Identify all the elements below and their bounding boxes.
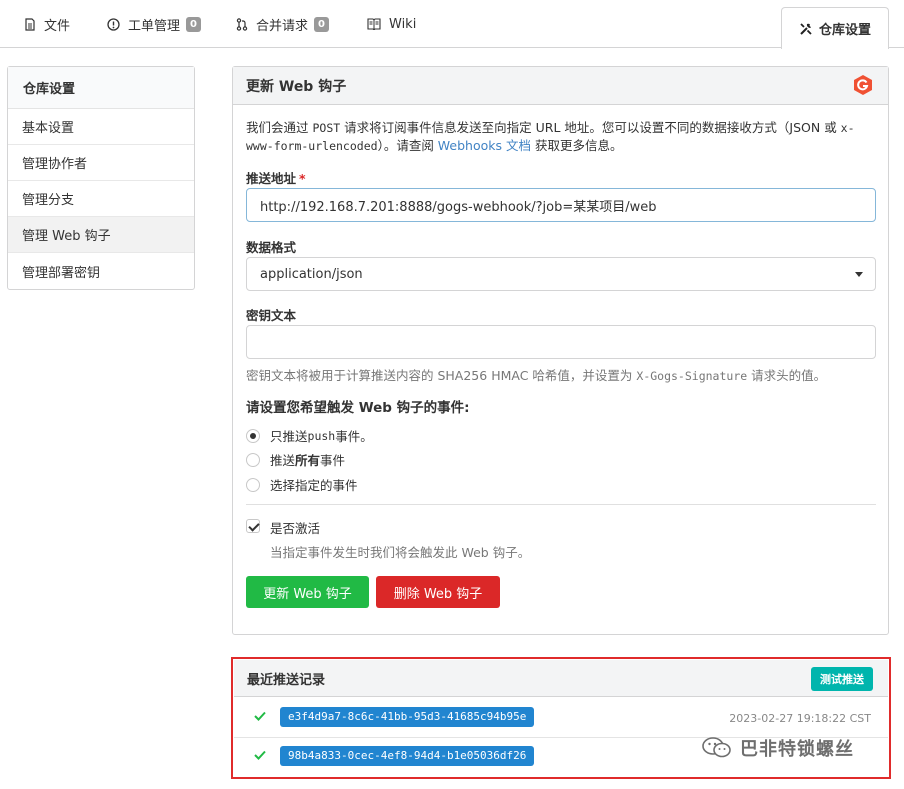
- tab-wiki[interactable]: Wiki: [367, 0, 416, 48]
- sidebar-item-webhooks[interactable]: 管理 Web 钩子: [8, 217, 194, 253]
- delivery-time: 2023-02-27 19:18:22 CST: [729, 712, 871, 725]
- panel-header: 更新 Web 钩子: [233, 67, 888, 105]
- tab-issues-label: 工单管理: [128, 18, 181, 34]
- sidebar-item-basic[interactable]: 基本设置: [8, 109, 194, 145]
- event-all-bold: 所有: [295, 453, 321, 468]
- dropdown-caret-icon: [855, 272, 863, 277]
- secret-label: 密钥文本: [246, 308, 297, 323]
- panel-title: 更新 Web 钩子: [246, 78, 347, 95]
- event-choose-radio[interactable]: [246, 477, 260, 492]
- webhook-intro-text: 我们会通过 POST 请求将订阅事件信息发送至向指定 URL 地址。您可以设置不…: [246, 119, 876, 155]
- form-divider: [246, 504, 876, 505]
- settings-sidebar: 仓库设置 基本设置 管理协作者 管理分支 管理 Web 钩子 管理部署密钥: [7, 66, 195, 290]
- deliveries-title: 最近推送记录: [247, 672, 326, 688]
- push-code: push: [307, 428, 336, 443]
- secret-help-text: 密钥文本将被用于计算推送内容的 SHA256 HMAC 哈希值，并设置为 X-G…: [246, 365, 826, 384]
- event-choose-option[interactable]: 选择指定的事件: [246, 475, 358, 494]
- pull-request-icon: [236, 17, 248, 31]
- active-label: 是否激活: [270, 521, 321, 536]
- issue-icon: [107, 17, 120, 31]
- secret-help-part: 密钥文本将被用于计算推送内容的 SHA256 HMAC 哈希值，并设置为: [246, 368, 637, 383]
- event-push-radio[interactable]: [246, 428, 260, 443]
- active-help-text: 当指定事件发生时我们将会触发此 Web 钩子。: [270, 545, 531, 560]
- required-marker: *: [299, 171, 306, 186]
- success-check-icon: [254, 711, 266, 721]
- active-checkbox[interactable]: [246, 519, 260, 533]
- content-type-select[interactable]: application/json: [246, 257, 876, 291]
- event-all-part: 事件: [320, 453, 346, 468]
- tab-wiki-label: Wiki: [389, 16, 417, 32]
- delivery-uuid-badge[interactable]: 98b4a833-0cec-4ef8-94d4-b1e05036df26: [280, 746, 535, 766]
- event-all-radio[interactable]: [246, 452, 260, 467]
- tools-icon: [799, 22, 813, 36]
- sidebar-item-branches[interactable]: 管理分支: [8, 181, 194, 217]
- tab-files-label: 文件: [44, 18, 71, 34]
- payload-url-label-text: 推送地址: [246, 171, 297, 186]
- payload-url-input[interactable]: http://192.168.7.201:8888/gogs-webhook/?…: [246, 188, 876, 222]
- tab-pulls-label: 合并请求: [256, 18, 309, 34]
- deliveries-header: 最近推送记录 测试推送: [234, 660, 888, 697]
- content-type-label: 数据格式: [246, 240, 297, 255]
- webhook-form-panel: 更新 Web 钩子 我们会通过 POST 请求将订阅事件信息发送至向指定 URL…: [232, 66, 889, 635]
- event-all-option[interactable]: 推送 所有 事件: [246, 450, 345, 469]
- pulls-count-badge: 0: [314, 16, 329, 32]
- intro-post-code: POST: [312, 121, 341, 135]
- issues-count-badge: 0: [186, 16, 201, 32]
- delivery-uuid-badge[interactable]: e3f4d9a7-8c6c-41bb-95d3-41685c94b95e: [280, 707, 535, 727]
- intro-part: ）。请查阅: [377, 138, 438, 153]
- intro-part: 我们会通过: [246, 120, 313, 135]
- events-label: 请设置您希望触发 Web 钩子的事件:: [246, 400, 470, 416]
- tab-files[interactable]: 文件: [24, 0, 70, 48]
- event-push-option[interactable]: 只推送 push 事件。: [246, 426, 373, 445]
- tab-settings[interactable]: 仓库设置: [781, 7, 889, 49]
- event-all-part: 推送: [270, 453, 296, 468]
- payload-url-label: 推送地址 *: [246, 168, 306, 187]
- sidebar-title: 仓库设置: [8, 67, 194, 109]
- tab-pull-requests[interactable]: 合并请求 0: [236, 0, 329, 48]
- file-icon: [24, 17, 36, 31]
- sidebar-item-deploy-keys[interactable]: 管理部署密钥: [8, 253, 194, 289]
- content-type-value: application/json: [260, 266, 363, 282]
- update-webhook-button[interactable]: 更新 Web 钩子: [246, 576, 369, 608]
- watermark-text: 巴非特锁螺丝: [740, 739, 854, 760]
- repo-tab-bar: 文件 工单管理 0 合并请求 0 Wiki 仓库设置: [0, 0, 904, 49]
- intro-part: 请求将订阅事件信息发送至向指定 URL 地址。您可以设置不同的数据接收方式（JS…: [340, 120, 841, 135]
- secret-help-part: 请求头的值。: [747, 368, 827, 383]
- event-choose-label: 选择指定的事件: [270, 478, 358, 493]
- signature-header-code: X-Gogs-Signature: [636, 369, 748, 383]
- wechat-icon: [702, 737, 731, 758]
- tab-issues[interactable]: 工单管理 0: [107, 0, 201, 48]
- secret-input[interactable]: [246, 325, 876, 359]
- book-icon: [367, 18, 381, 30]
- event-push-part: 只推送: [270, 429, 308, 444]
- watermark: 巴非特锁螺丝: [702, 735, 854, 761]
- success-check-icon: [254, 750, 266, 760]
- webhooks-docs-link[interactable]: Webhooks 文档: [438, 138, 531, 153]
- intro-part: 获取更多信息。: [531, 138, 623, 153]
- gogs-logo-icon: [854, 75, 872, 95]
- sidebar-item-collaborators[interactable]: 管理协作者: [8, 145, 194, 181]
- tab-settings-label: 仓库设置: [818, 23, 871, 38]
- delivery-row[interactable]: e3f4d9a7-8c6c-41bb-95d3-41685c94b95e 202…: [234, 699, 888, 737]
- delete-webhook-button[interactable]: 删除 Web 钩子: [376, 576, 500, 608]
- test-delivery-button[interactable]: 测试推送: [811, 667, 873, 691]
- event-push-part: 事件。: [335, 429, 373, 444]
